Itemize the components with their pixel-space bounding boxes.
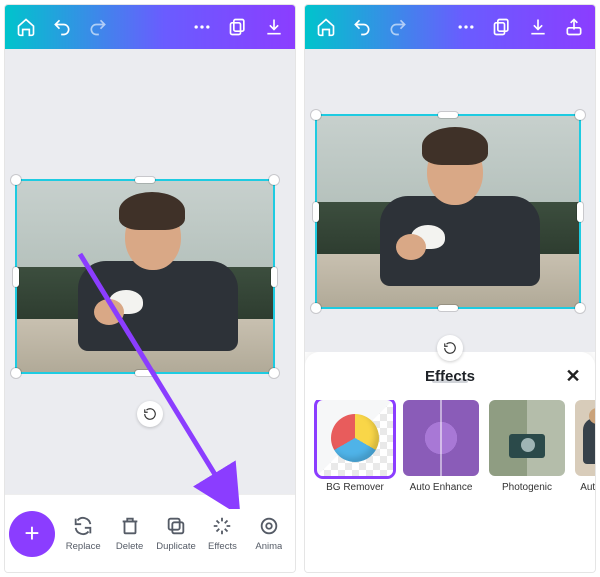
canvas-right[interactable] bbox=[305, 49, 595, 352]
rotate-icon bbox=[143, 407, 157, 421]
resize-handle-mr[interactable] bbox=[271, 267, 277, 287]
animate-tool[interactable]: Anima bbox=[247, 515, 291, 552]
delete-label: Delete bbox=[116, 541, 143, 552]
redo-icon bbox=[388, 17, 408, 37]
more-icon bbox=[456, 17, 476, 37]
selected-image[interactable] bbox=[315, 114, 581, 309]
share-icon bbox=[564, 17, 584, 37]
resize-handle-ml[interactable] bbox=[13, 267, 19, 287]
resize-handle-mb[interactable] bbox=[135, 370, 155, 376]
animate-label: Anima bbox=[255, 541, 282, 552]
resize-handle-bl[interactable] bbox=[11, 368, 21, 378]
download-button[interactable] bbox=[521, 10, 555, 44]
undo-button[interactable] bbox=[45, 10, 79, 44]
resize-handle-tl[interactable] bbox=[11, 175, 21, 185]
pages-button[interactable] bbox=[485, 10, 519, 44]
download-icon bbox=[528, 17, 548, 37]
effect-photogenic[interactable]: Photogenic bbox=[489, 400, 565, 493]
effect-thumb bbox=[317, 400, 393, 476]
close-icon: ✕ bbox=[565, 366, 580, 387]
redo-icon bbox=[88, 17, 108, 37]
effects-label: Effects bbox=[208, 541, 237, 552]
resize-handle-tr[interactable] bbox=[269, 175, 279, 185]
effect-thumb bbox=[575, 400, 595, 476]
home-button[interactable] bbox=[9, 10, 43, 44]
undo-icon bbox=[52, 17, 72, 37]
resize-handle-br[interactable] bbox=[575, 303, 585, 313]
more-button[interactable] bbox=[185, 10, 219, 44]
replace-icon bbox=[72, 515, 94, 537]
more-icon bbox=[192, 17, 212, 37]
home-icon bbox=[316, 17, 336, 37]
panel-title: Effects bbox=[425, 368, 475, 385]
pages-icon bbox=[228, 17, 248, 37]
effect-label: Auto Focu bbox=[580, 482, 595, 493]
more-button[interactable] bbox=[449, 10, 483, 44]
undo-icon bbox=[352, 17, 372, 37]
bottom-toolbar: + Replace Delete Duplicate Effects Anima bbox=[5, 494, 295, 572]
effects-panel: Effects ✕ BG Remover Auto Enhance Photog… bbox=[305, 352, 595, 572]
home-button[interactable] bbox=[309, 10, 343, 44]
effect-label: Auto Enhance bbox=[410, 482, 473, 493]
resize-handle-mb[interactable] bbox=[438, 305, 458, 311]
resize-handle-br[interactable] bbox=[269, 368, 279, 378]
effect-label: Photogenic bbox=[502, 482, 552, 493]
top-bar bbox=[305, 5, 595, 49]
effect-label: BG Remover bbox=[326, 482, 384, 493]
delete-tool[interactable]: Delete bbox=[107, 515, 151, 552]
duplicate-tool[interactable]: Duplicate bbox=[154, 515, 198, 552]
resize-handle-bl[interactable] bbox=[311, 303, 321, 313]
effect-bg-remover[interactable]: BG Remover bbox=[317, 400, 393, 493]
download-icon bbox=[264, 17, 284, 37]
rotate-button[interactable] bbox=[137, 401, 163, 427]
resize-handle-mt[interactable] bbox=[438, 112, 458, 118]
effect-auto-focus[interactable]: Auto Focu bbox=[575, 400, 595, 493]
download-button[interactable] bbox=[257, 10, 291, 44]
panel-header: Effects ✕ bbox=[305, 352, 595, 400]
photo-content bbox=[17, 181, 273, 372]
photo-content bbox=[317, 116, 579, 307]
duplicate-label: Duplicate bbox=[156, 541, 196, 552]
effect-thumb bbox=[403, 400, 479, 476]
redo-button[interactable] bbox=[81, 10, 115, 44]
panel-close-button[interactable]: ✕ bbox=[561, 364, 585, 388]
duplicate-icon bbox=[165, 515, 187, 537]
pages-icon bbox=[492, 17, 512, 37]
pages-button[interactable] bbox=[221, 10, 255, 44]
trash-icon bbox=[119, 515, 141, 537]
resize-handle-tr[interactable] bbox=[575, 110, 585, 120]
animate-icon bbox=[258, 515, 280, 537]
replace-label: Replace bbox=[66, 541, 101, 552]
undo-button[interactable] bbox=[345, 10, 379, 44]
add-button[interactable]: + bbox=[9, 511, 55, 557]
resize-handle-tl[interactable] bbox=[311, 110, 321, 120]
resize-handle-ml[interactable] bbox=[313, 202, 319, 222]
resize-handle-mr[interactable] bbox=[577, 202, 583, 222]
canvas-left[interactable] bbox=[5, 49, 295, 494]
device-left: + Replace Delete Duplicate Effects Anima bbox=[4, 4, 296, 573]
sparkle-icon bbox=[211, 515, 233, 537]
effects-list: BG Remover Auto Enhance Photogenic Auto … bbox=[305, 400, 595, 493]
device-right: Effects ✕ BG Remover Auto Enhance Photog… bbox=[304, 4, 596, 573]
effect-thumb bbox=[489, 400, 565, 476]
effects-tool[interactable]: Effects bbox=[200, 515, 244, 552]
top-bar bbox=[5, 5, 295, 49]
replace-tool[interactable]: Replace bbox=[61, 515, 105, 552]
resize-handle-mt[interactable] bbox=[135, 177, 155, 183]
effect-auto-enhance[interactable]: Auto Enhance bbox=[403, 400, 479, 493]
redo-button[interactable] bbox=[381, 10, 415, 44]
plus-icon: + bbox=[24, 518, 39, 549]
selected-image[interactable] bbox=[15, 179, 275, 374]
share-button[interactable] bbox=[557, 10, 591, 44]
home-icon bbox=[16, 17, 36, 37]
